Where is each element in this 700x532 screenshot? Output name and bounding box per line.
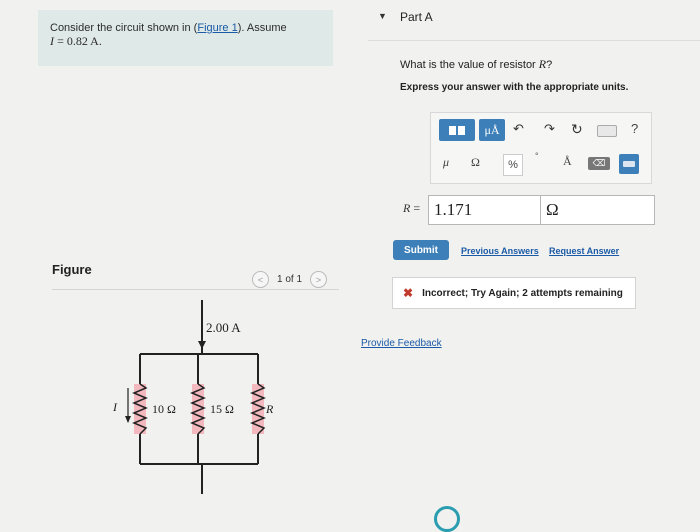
resistor-3-label: R	[265, 402, 274, 416]
figure-label: Figure	[52, 262, 92, 277]
previous-answers-link[interactable]: Previous Answers	[461, 246, 539, 256]
question: What is the value of resistor R?	[400, 57, 552, 72]
current-variable: I	[50, 34, 54, 48]
next-figure-button[interactable]: >	[310, 271, 328, 288]
reset-icon[interactable]: ↻	[571, 121, 583, 138]
figure-divider	[52, 289, 339, 290]
mu-button[interactable]: μ	[443, 155, 449, 170]
help-icon[interactable]: ?	[631, 121, 638, 136]
question-text: What is the value of resistor	[400, 59, 536, 71]
request-answer-link[interactable]: Request Answer	[549, 246, 619, 256]
error-icon: ✖	[403, 286, 414, 300]
percent-button[interactable]: %	[503, 154, 523, 176]
undo-icon[interactable]: ↶	[513, 121, 524, 137]
prev-figure-button[interactable]: <	[252, 271, 269, 288]
degree-button[interactable]: °	[535, 151, 539, 161]
current-value: = 0.82 A.	[57, 34, 102, 48]
problem-text-2: ). Assume	[237, 22, 287, 34]
units-button[interactable]: μÅ	[479, 119, 505, 141]
circuit-diagram: 2.00 A I 10 Ω 15 Ω R	[112, 300, 274, 494]
backspace-icon[interactable]: ⌫	[588, 157, 610, 170]
figure-link[interactable]: Figure 1	[197, 22, 237, 34]
feedback-message: ✖ Incorrect; Try Again; 2 attempts remai…	[392, 277, 636, 309]
provide-feedback-link[interactable]: Provide Feedback	[361, 338, 442, 349]
problem-statement: Consider the circuit shown in (Figure 1)…	[38, 10, 333, 66]
part-divider	[368, 40, 700, 41]
instruction: Express your answer with the appropriate…	[400, 82, 629, 93]
resistor-2-label: 15 Ω	[210, 402, 234, 416]
part-title[interactable]: Part A	[400, 10, 433, 24]
answer-value-input[interactable]: 1.171	[428, 195, 541, 225]
source-arrow	[198, 341, 206, 349]
templates-icon[interactable]	[439, 119, 475, 141]
submit-button[interactable]: Submit	[393, 240, 449, 260]
virtual-keyboard-icon[interactable]	[619, 154, 639, 174]
problem-text: Consider the circuit shown in (	[50, 22, 198, 34]
chat-widget-icon[interactable]	[434, 506, 460, 532]
ohm-button[interactable]: Ω	[471, 155, 480, 170]
answer-unit-input[interactable]: Ω	[540, 195, 655, 225]
keyboard-icon[interactable]	[597, 125, 617, 137]
answer-label: R =	[403, 201, 420, 216]
question-mark: ?	[546, 59, 553, 71]
figure-pager: < 1 of 1 >	[252, 271, 328, 288]
resistor-1-label: 10 Ω	[152, 402, 176, 416]
redo-icon[interactable]: ↷	[544, 121, 555, 137]
branch-current-label: I	[112, 400, 118, 414]
source-current-label: 2.00 A	[206, 320, 241, 335]
answer-variable: R	[403, 201, 411, 215]
angstrom-button[interactable]: Å	[563, 154, 572, 169]
feedback-text: Incorrect; Try Again; 2 attempts remaini…	[422, 287, 623, 299]
answer-equals: =	[413, 201, 421, 215]
math-toolbar: μÅ ↶ ↷ ↻ ? μ Ω % ° Å ⌫	[430, 112, 652, 184]
pager-text: 1 of 1	[277, 274, 303, 285]
collapse-triangle-icon[interactable]: ▼	[378, 11, 387, 21]
